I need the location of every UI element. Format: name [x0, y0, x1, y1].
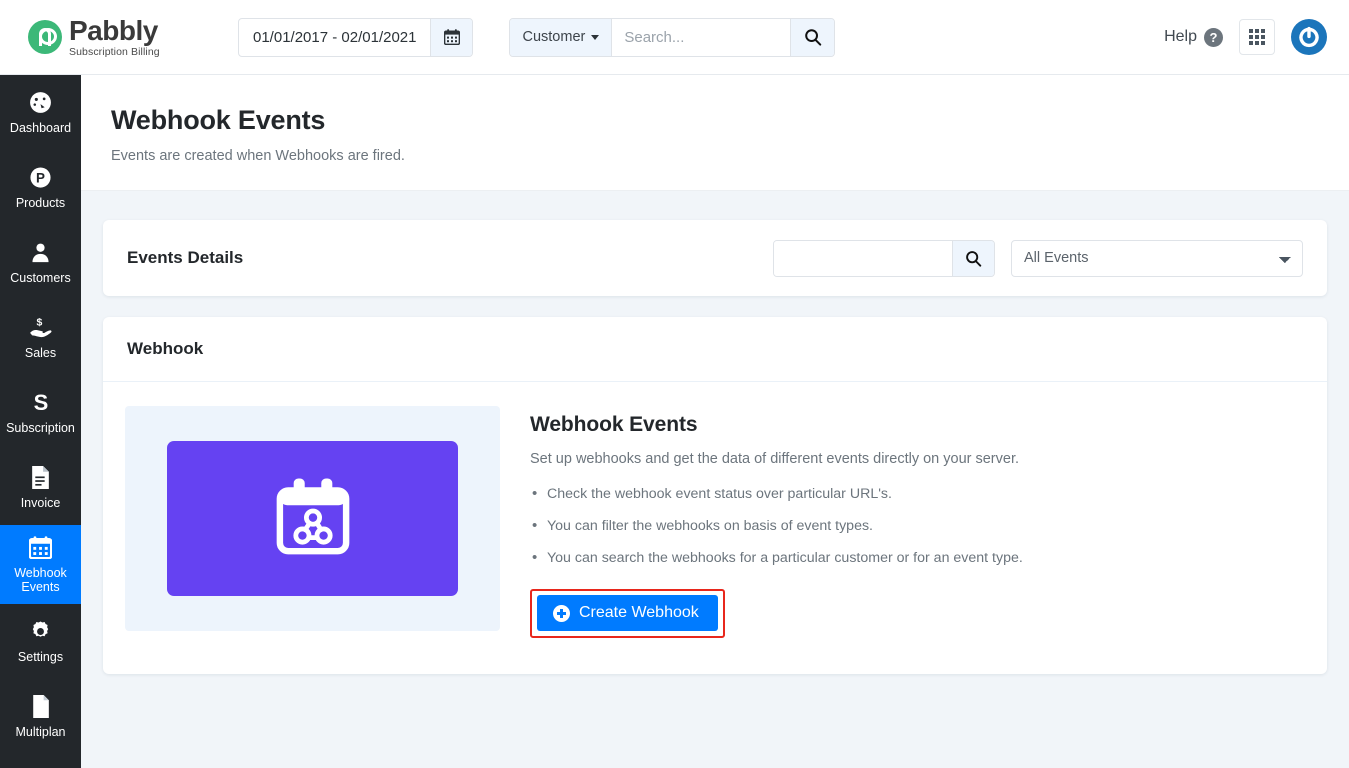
- document-icon: [30, 464, 51, 490]
- sidebar-item-webhook-events[interactable]: Webhook Events: [0, 525, 81, 604]
- sidebar-item-label: Products: [15, 196, 66, 211]
- page-title: Webhook Events: [111, 105, 326, 135]
- sidebar-item-label: Dashboard: [9, 121, 72, 136]
- svg-text:$: $: [37, 317, 43, 328]
- events-controls: All Events: [773, 239, 1303, 277]
- events-details-title: Events Details: [127, 248, 244, 267]
- sidebar-item-subscription[interactable]: S Subscription: [0, 375, 81, 450]
- apps-grid-button[interactable]: [1239, 19, 1275, 55]
- chevron-down-icon: [591, 34, 600, 40]
- webhook-card: Webhook Webhook Events Set up webhooks a…: [103, 317, 1327, 674]
- gear-icon: [29, 618, 52, 644]
- search-scope-label: Customer: [522, 29, 586, 45]
- global-search-group: Customer: [509, 17, 836, 57]
- plus-circle-icon: [553, 604, 570, 622]
- events-search-group: [773, 239, 995, 277]
- list-item: You can filter the webhooks on basis of …: [530, 517, 1023, 534]
- sidebar-item-invoice[interactable]: Invoice: [0, 450, 81, 525]
- pabbly-logo-icon: [28, 20, 62, 54]
- webhook-info: Webhook Events Set up webhooks and get t…: [500, 406, 1023, 638]
- sidebar-item-sales[interactable]: $ Sales: [0, 300, 81, 375]
- date-range-value: 01/01/2017 - 02/01/2021: [253, 28, 417, 46]
- main-sidebar: Dashboard P Products Customers $ Sales S…: [0, 75, 81, 768]
- webhook-card-body: Webhook Events Set up webhooks and get t…: [103, 382, 1327, 674]
- user-avatar[interactable]: [1291, 19, 1327, 55]
- events-search-input[interactable]: [774, 240, 952, 276]
- calendar-icon[interactable]: [430, 18, 473, 56]
- calendar-webhook-illustration: [276, 478, 349, 554]
- svg-text:P: P: [36, 170, 45, 185]
- webhook-illustration-tile: [167, 441, 458, 596]
- events-details-card: Events Details All Events: [103, 220, 1327, 296]
- sidebar-item-customers[interactable]: Customers: [0, 225, 81, 300]
- svg-text:S: S: [33, 390, 48, 415]
- brand-name: Pabbly: [69, 14, 158, 46]
- webhook-card-header: Webhook: [103, 317, 1327, 382]
- sidebar-item-label: Invoice: [20, 496, 61, 511]
- help-label: Help: [1164, 28, 1197, 45]
- create-webhook-button[interactable]: Create Webhook: [537, 595, 718, 631]
- event-type-filter[interactable]: All Events: [1011, 239, 1303, 277]
- sidebar-item-multiplan[interactable]: Multiplan: [0, 679, 81, 754]
- sidebar-item-settings[interactable]: Settings: [0, 604, 81, 679]
- sidebar-item-label: Settings: [17, 650, 64, 665]
- sidebar-item-label: Sales: [24, 346, 57, 361]
- search-submit-button[interactable]: [790, 18, 835, 56]
- list-item: You can search the webhooks for a partic…: [530, 549, 1023, 566]
- create-webhook-highlight: Create Webhook: [530, 589, 725, 638]
- sidebar-item-label: Multiplan: [15, 725, 66, 740]
- search-input[interactable]: [612, 18, 791, 56]
- header-actions: Help ?: [1164, 19, 1349, 55]
- hand-dollar-icon: $: [28, 314, 53, 340]
- calendar-icon: [29, 534, 52, 560]
- speedometer-icon: [28, 89, 53, 115]
- power-user-avatar-icon: [1298, 26, 1320, 48]
- sidebar-item-label: Customers: [10, 271, 71, 286]
- page-subtitle: Events are created when Webhooks are fir…: [111, 148, 405, 164]
- list-item: Check the webhook event status over part…: [530, 485, 1023, 502]
- events-search-button[interactable]: [952, 240, 994, 276]
- grid-apps-icon: [1249, 29, 1265, 45]
- top-header-bar: Pabbly Subscription Billing 01/01/2017 -…: [0, 0, 1349, 75]
- sidebar-item-label: Subscription: [6, 421, 75, 436]
- webhook-info-title: Webhook Events: [530, 413, 698, 436]
- webhook-illustration-panel: [125, 406, 500, 631]
- create-webhook-label: Create Webhook: [579, 604, 699, 621]
- sidebar-item-label: Webhook Events: [14, 566, 67, 595]
- s-letter-icon: S: [29, 389, 53, 415]
- question-mark-icon: ?: [1204, 27, 1223, 47]
- page-icon: [30, 693, 51, 719]
- search-scope-dropdown[interactable]: Customer: [510, 18, 613, 56]
- webhook-feature-list: Check the webhook event status over part…: [530, 485, 1023, 566]
- webhook-info-description: Set up webhooks and get the data of diff…: [530, 451, 1020, 467]
- help-button[interactable]: Help ?: [1164, 27, 1223, 47]
- brand-logo[interactable]: Pabbly Subscription Billing: [0, 0, 230, 75]
- sidebar-item-products[interactable]: P Products: [0, 150, 81, 225]
- sidebar-item-dashboard[interactable]: Dashboard: [0, 75, 81, 150]
- date-range-picker[interactable]: 01/01/2017 - 02/01/2021: [238, 17, 474, 57]
- p-circle-icon: P: [29, 164, 52, 190]
- main-content: Webhook Events Events are created when W…: [81, 75, 1349, 768]
- person-icon: [29, 239, 52, 265]
- page-header: Webhook Events Events are created when W…: [81, 75, 1349, 191]
- brand-tagline: Subscription Billing: [69, 45, 160, 58]
